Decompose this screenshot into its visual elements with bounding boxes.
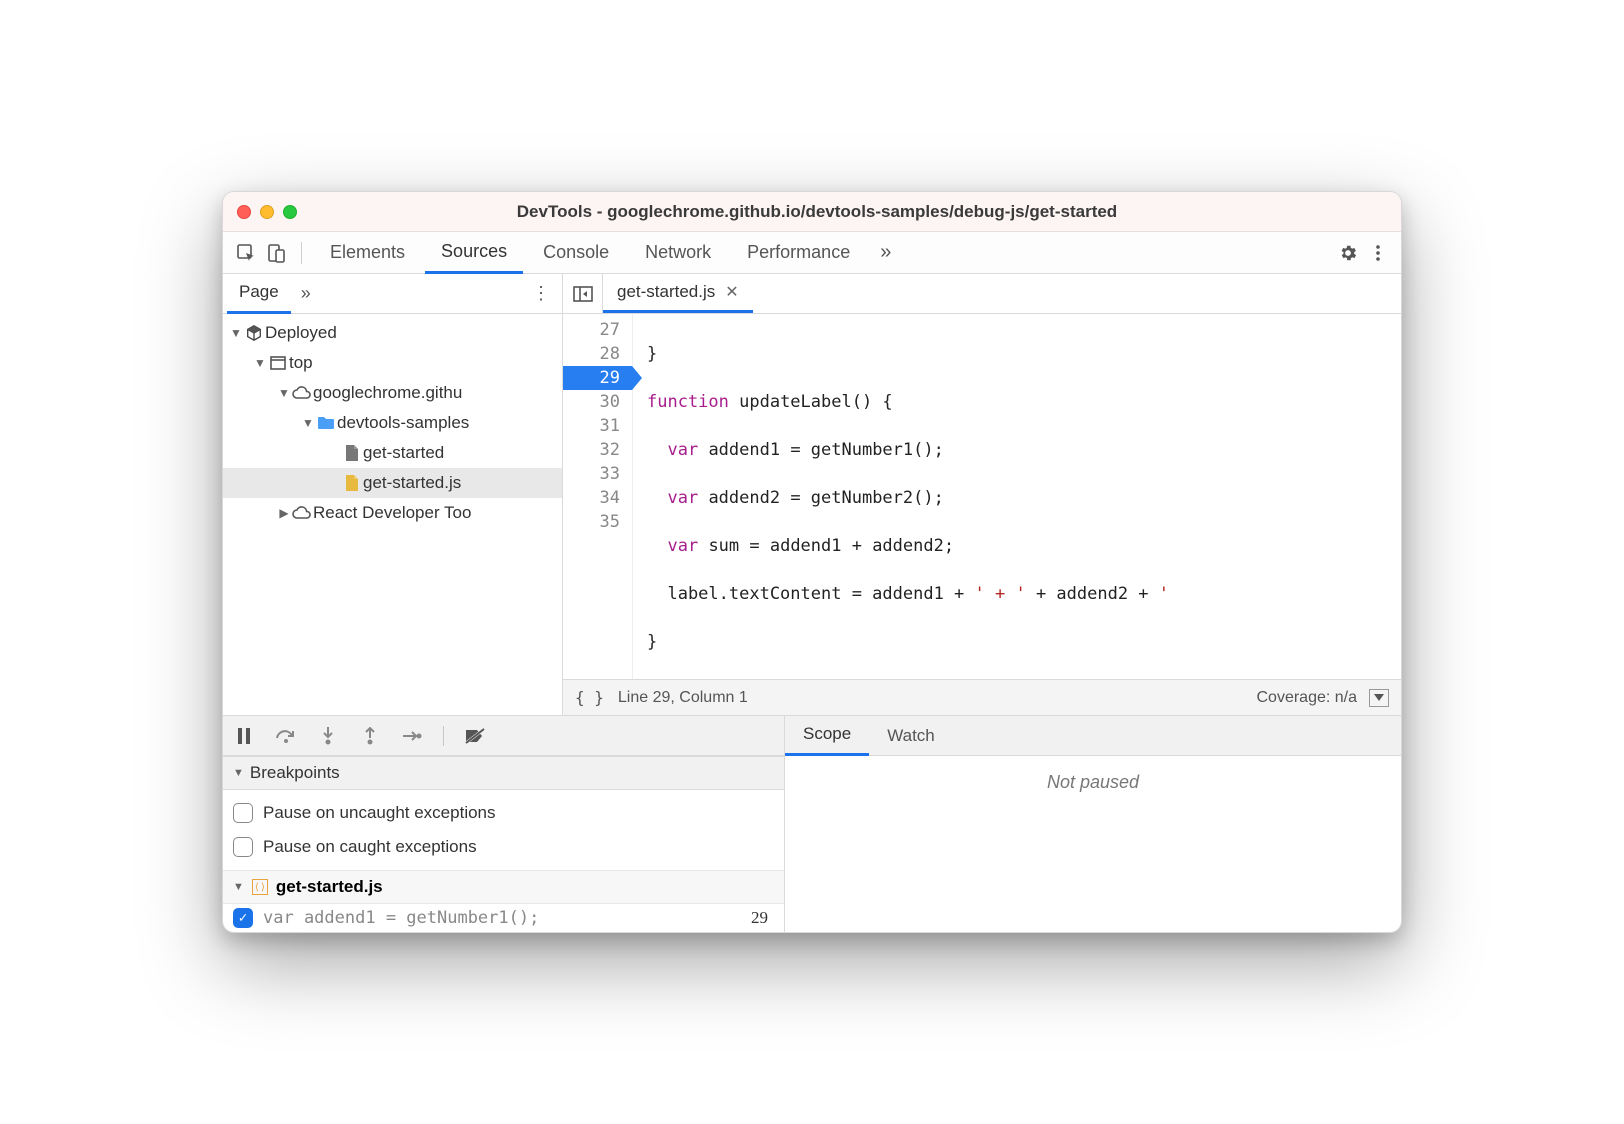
- watch-tab[interactable]: Watch: [869, 716, 953, 756]
- navigator-menu-icon[interactable]: ⋮: [520, 283, 562, 304]
- collapse-arrow-icon: ▶: [277, 506, 291, 520]
- more-tabs-chevron-icon[interactable]: »: [870, 241, 901, 264]
- page-tab[interactable]: Page: [227, 274, 291, 314]
- tree-label: devtools-samples: [337, 413, 469, 433]
- expand-arrow-icon: ▼: [301, 416, 315, 430]
- tree-label: React Developer Too: [313, 503, 471, 523]
- tree-label: get-started: [363, 443, 444, 463]
- pause-resume-icon[interactable]: [233, 725, 255, 747]
- folder-icon: [315, 416, 337, 430]
- breakpoint-file-name: get-started.js: [276, 877, 383, 897]
- tab-elements[interactable]: Elements: [314, 232, 421, 274]
- navigator-toggle-icon[interactable]: [563, 274, 603, 313]
- close-tab-icon[interactable]: ✕: [725, 282, 738, 302]
- js-file-icon: [341, 474, 363, 492]
- tree-node-domain[interactable]: ▼ googlechrome.githu: [223, 378, 562, 408]
- editor-status-bar: { } Line 29, Column 1 Coverage: n/a: [563, 679, 1401, 715]
- expand-arrow-icon: ▼: [277, 386, 291, 400]
- code-content[interactable]: } function updateLabel() { var addend1 =…: [633, 314, 1401, 679]
- debugger-controls: [223, 716, 784, 756]
- breakpoint-line-number: 29: [751, 908, 774, 928]
- tree-node-folder[interactable]: ▼ devtools-samples: [223, 408, 562, 438]
- devtools-window: DevTools - googlechrome.github.io/devtoo…: [222, 191, 1402, 933]
- breakpoint-marker[interactable]: 29: [563, 366, 632, 390]
- checkbox-breakpoint[interactable]: ✓: [233, 908, 253, 928]
- file-tab-get-started-js[interactable]: get-started.js ✕: [603, 274, 753, 313]
- coverage-dropdown-icon[interactable]: [1369, 689, 1389, 707]
- debugger-right: Scope Watch Not paused: [785, 716, 1401, 932]
- step-icon[interactable]: [401, 725, 423, 747]
- scope-tabs: Scope Watch: [785, 716, 1401, 756]
- breakpoint-code: var addend1 = getNumber1();: [263, 908, 539, 928]
- tab-sources[interactable]: Sources: [425, 232, 523, 274]
- breakpoint-file-header[interactable]: ▼ ⟨⟩ get-started.js: [223, 870, 784, 904]
- file-tab-label: get-started.js: [617, 282, 715, 302]
- breakpoint-file-icon: ⟨⟩: [252, 879, 268, 895]
- step-over-icon[interactable]: [275, 725, 297, 747]
- tree-label: googlechrome.githu: [313, 383, 462, 403]
- file-tree: ▼ Deployed ▼ top ▼ googlechrome.githu ▼: [223, 314, 562, 715]
- line-gutter[interactable]: 27 28 29 30 31 32 33 34 35: [563, 314, 633, 679]
- tab-network[interactable]: Network: [629, 232, 727, 274]
- expand-arrow-icon: ▼: [229, 326, 243, 340]
- collapse-arrow-icon: ▼: [233, 767, 244, 779]
- checkbox-uncaught[interactable]: [233, 803, 253, 823]
- cloud-icon: [291, 506, 313, 520]
- editor-panel: get-started.js ✕ 27 28 29 30 31 32 33 34…: [563, 274, 1401, 715]
- code-editor[interactable]: 27 28 29 30 31 32 33 34 35 } function up…: [563, 314, 1401, 679]
- tab-performance[interactable]: Performance: [731, 232, 866, 274]
- debugger-panel: ▼ Breakpoints Pause on uncaught exceptio…: [223, 715, 1401, 932]
- breakpoints-body: Pause on uncaught exceptions Pause on ca…: [223, 790, 784, 870]
- scope-tab[interactable]: Scope: [785, 716, 869, 756]
- tree-label: top: [289, 353, 313, 373]
- step-into-icon[interactable]: [317, 725, 339, 747]
- pretty-print-icon[interactable]: { }: [575, 688, 604, 707]
- expand-arrow-icon: ▼: [253, 356, 267, 370]
- pause-caught-row[interactable]: Pause on caught exceptions: [233, 830, 774, 864]
- device-toolbar-icon[interactable]: [263, 240, 289, 266]
- kebab-menu-icon[interactable]: [1365, 240, 1391, 266]
- pause-uncaught-label: Pause on uncaught exceptions: [263, 803, 496, 823]
- tree-node-file-js[interactable]: get-started.js: [223, 468, 562, 498]
- breakpoints-header[interactable]: ▼ Breakpoints: [223, 756, 784, 790]
- tree-node-file-html[interactable]: get-started: [223, 438, 562, 468]
- frame-icon: [267, 356, 289, 370]
- tab-console[interactable]: Console: [527, 232, 625, 274]
- window-title: DevTools - googlechrome.github.io/devtoo…: [247, 202, 1387, 222]
- tree-node-react[interactable]: ▶ React Developer Too: [223, 498, 562, 528]
- breakpoints-title: Breakpoints: [250, 763, 340, 783]
- deployed-icon: [243, 324, 265, 342]
- coverage-label: Coverage: n/a: [1256, 689, 1357, 707]
- main-toolbar: Elements Sources Console Network Perform…: [223, 232, 1401, 274]
- more-navigator-tabs-icon[interactable]: »: [291, 283, 321, 304]
- file-icon: [341, 444, 363, 462]
- checkbox-caught[interactable]: [233, 837, 253, 857]
- not-paused-message: Not paused: [785, 756, 1401, 932]
- cloud-icon: [291, 386, 313, 400]
- collapse-arrow-icon: ▼: [233, 881, 244, 893]
- content-area: Page » ⋮ ▼ Deployed ▼ top ▼ goog: [223, 274, 1401, 715]
- editor-tabs: get-started.js ✕: [563, 274, 1401, 314]
- titlebar: DevTools - googlechrome.github.io/devtoo…: [223, 192, 1401, 232]
- settings-gear-icon[interactable]: [1335, 240, 1361, 266]
- navigator-tabs: Page » ⋮: [223, 274, 562, 314]
- step-out-icon[interactable]: [359, 725, 381, 747]
- navigator-panel: Page » ⋮ ▼ Deployed ▼ top ▼ goog: [223, 274, 563, 715]
- inspect-element-icon[interactable]: [233, 240, 259, 266]
- debugger-left: ▼ Breakpoints Pause on uncaught exceptio…: [223, 716, 785, 932]
- divider: [301, 242, 302, 264]
- tree-node-top[interactable]: ▼ top: [223, 348, 562, 378]
- pause-uncaught-row[interactable]: Pause on uncaught exceptions: [233, 796, 774, 830]
- deactivate-breakpoints-icon[interactable]: [464, 725, 486, 747]
- tree-node-deployed[interactable]: ▼ Deployed: [223, 318, 562, 348]
- breakpoint-entry[interactable]: ✓ var addend1 = getNumber1(); 29: [223, 904, 784, 932]
- tree-label: Deployed: [265, 323, 337, 343]
- pause-caught-label: Pause on caught exceptions: [263, 837, 477, 857]
- tree-label: get-started.js: [363, 473, 461, 493]
- cursor-position: Line 29, Column 1: [618, 689, 748, 707]
